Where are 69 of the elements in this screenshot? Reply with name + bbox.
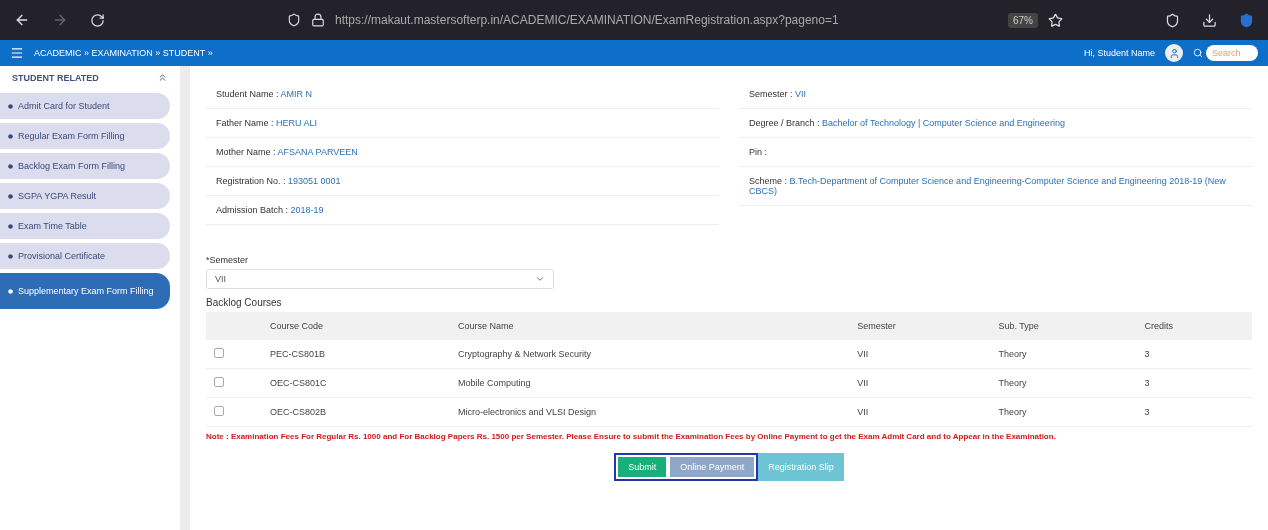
table-cell: VII [849, 368, 991, 398]
table-cell: Micro-electronics and VLSI Design [449, 397, 850, 427]
forward-icon[interactable] [52, 12, 68, 28]
bullet-icon [8, 103, 13, 109]
reload-icon[interactable] [90, 12, 105, 28]
row-checkbox[interactable] [214, 406, 224, 416]
bullet-icon [8, 288, 13, 294]
user-avatar[interactable] [1165, 44, 1183, 62]
bullet-icon [8, 193, 13, 199]
info-field: Semester : VII [739, 80, 1252, 109]
bullet-icon [8, 133, 13, 139]
table-cell: VII [849, 397, 991, 427]
column-header: Credits [1136, 312, 1252, 340]
field-label: *Semester [206, 255, 250, 265]
table-cell: 3 [1136, 368, 1252, 398]
back-icon[interactable] [14, 12, 30, 28]
menu-icon[interactable] [10, 46, 24, 60]
table-cell: Cryptography & Network Security [449, 340, 850, 369]
sidebar-item[interactable]: SGPA YGPA Result [0, 183, 170, 209]
search-icon[interactable] [1193, 48, 1203, 58]
shield-icon[interactable] [1165, 12, 1180, 28]
sidebar-item[interactable]: Admit Card for Student [0, 93, 170, 119]
info-field: Degree / Branch : Bachelor of Technology | Computer Science and Engineering [739, 109, 1252, 138]
column-header: Course Name [449, 312, 850, 340]
fee-note: Note : Examination Fees For Regular Rs. 1000 and For Backlog Papers Rs. 1500 per Semester. Please Ensure to submit the Examination Fees by Online Payment to get the Exam Admit Card and to Appear in the Examination. [206, 431, 1057, 443]
sidebar-item[interactable]: Regular Exam Form Filling [0, 123, 170, 149]
table-cell: Theory [990, 368, 1137, 398]
column-header: Sub. Type [990, 312, 1137, 340]
address-bar[interactable]: https://makaut.mastersofterp.in/ACADEMIC/EXAMINATION/ExamRegistration.aspx?pageno=1 [335, 13, 998, 27]
section-title: Backlog Courses [206, 297, 283, 308]
table-cell: VII [849, 340, 991, 369]
info-field: Mother Name : AFSANA PARVEEN [206, 138, 719, 167]
column-header: Semester [849, 312, 991, 340]
info-field: Registration No. : 193051 0001 [206, 167, 719, 196]
row-checkbox[interactable] [214, 348, 224, 358]
table-cell: 3 [1136, 340, 1252, 369]
info-field: Admission Batch : 2018-19 [206, 196, 719, 225]
extension-icon[interactable] [1239, 12, 1254, 28]
breadcrumb: ACADEMIC » EXAMINATION » STUDENT » [34, 48, 214, 58]
bullet-icon [8, 223, 13, 229]
shield-icon [287, 13, 301, 27]
info-field: Father Name : HERU ALI [206, 109, 719, 138]
info-field: Student Name : AMIR N [206, 80, 719, 109]
table-cell: 3 [1136, 397, 1252, 427]
sidebar-item[interactable]: Backlog Exam Form Filling [0, 153, 170, 179]
download-icon[interactable] [1202, 12, 1217, 28]
table-cell: OEC-CS802B [262, 397, 450, 427]
info-field: Pin : [739, 138, 1252, 167]
table-cell: Theory [990, 340, 1137, 369]
info-field: Scheme : B.Tech-Department of Computer Science and Engineering-Computer Science and Engineering 2018-19 (New CBCS) [739, 167, 1252, 206]
sidebar-item[interactable]: Provisional Certificate [0, 243, 170, 269]
sidebar-item[interactable]: Exam Time Table [0, 213, 170, 239]
star-icon[interactable] [1048, 12, 1063, 28]
sidebar-item[interactable]: Supplementary Exam Form Filling [0, 273, 170, 309]
bullet-icon [8, 253, 13, 259]
semester-select[interactable]: VII [206, 269, 554, 289]
column-header: Course Code [262, 312, 450, 340]
table-cell: Theory [990, 397, 1137, 427]
lock-icon [311, 13, 325, 27]
sidebar-title: STUDENT RELATED [12, 72, 99, 83]
table-cell: OEC-CS801C [262, 368, 450, 398]
user-name: Hi, Student Name [1083, 48, 1155, 58]
row-checkbox[interactable] [214, 377, 224, 387]
table-cell: PEC-CS801B [262, 340, 450, 369]
zoom-level[interactable]: 67% [1008, 12, 1038, 28]
bullet-icon [8, 163, 13, 169]
table-cell: Mobile Computing [449, 368, 850, 398]
search-field[interactable]: Search [1206, 45, 1258, 61]
collapse-icon[interactable] [157, 72, 168, 83]
